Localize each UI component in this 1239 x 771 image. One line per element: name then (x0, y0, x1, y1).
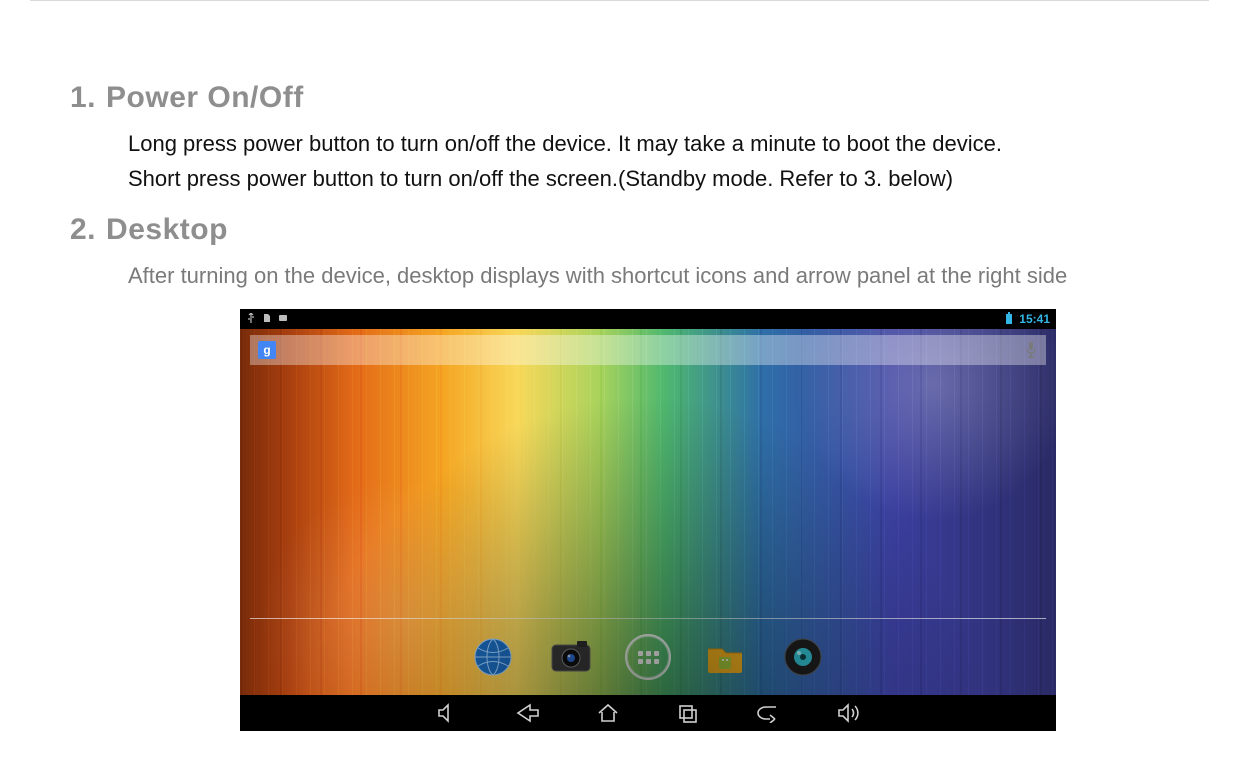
status-time: 15:41 (1019, 312, 1050, 326)
heading-power: 1. Power On/Off (70, 81, 1169, 115)
status-bar: 15:41 (240, 309, 1056, 329)
para-power-2: Short press power button to turn on/off … (128, 164, 1169, 195)
camera-app-icon[interactable] (547, 633, 595, 681)
dock-separator (250, 618, 1046, 619)
para-desktop-1: After turning on the device, desktop dis… (128, 261, 1169, 292)
system-nav-bar (240, 695, 1056, 731)
home-button[interactable] (593, 701, 623, 725)
para-power-1: Long press power button to turn on/off t… (128, 129, 1169, 160)
heading-title: Desktop (106, 213, 228, 247)
google-icon[interactable]: g (258, 341, 276, 359)
mic-icon[interactable] (1024, 341, 1038, 359)
google-search-widget[interactable]: g (250, 335, 1046, 365)
all-apps-button[interactable] (625, 634, 671, 680)
volume-down-button[interactable] (433, 701, 463, 725)
debug-icon (278, 312, 288, 326)
music-app-icon[interactable] (779, 633, 827, 681)
page-top-rule (30, 0, 1209, 1)
heading-num: 1. (70, 81, 96, 115)
sd-icon (262, 312, 272, 326)
back-soft-button[interactable] (753, 701, 783, 725)
heading-title: Power On/Off (106, 81, 304, 115)
back-button[interactable] (513, 701, 543, 725)
volume-up-button[interactable] (833, 701, 863, 725)
file-manager-app-icon[interactable] (701, 633, 749, 681)
battery-icon (1005, 312, 1013, 327)
tablet-screenshot: 15:41 g (240, 309, 1056, 731)
heading-desktop: 2. Desktop (70, 213, 1169, 247)
browser-app-icon[interactable] (469, 633, 517, 681)
recent-apps-button[interactable] (673, 701, 703, 725)
home-wallpaper[interactable]: g (240, 329, 1056, 695)
dock (240, 627, 1056, 687)
usb-icon (246, 312, 256, 326)
heading-num: 2. (70, 213, 96, 247)
